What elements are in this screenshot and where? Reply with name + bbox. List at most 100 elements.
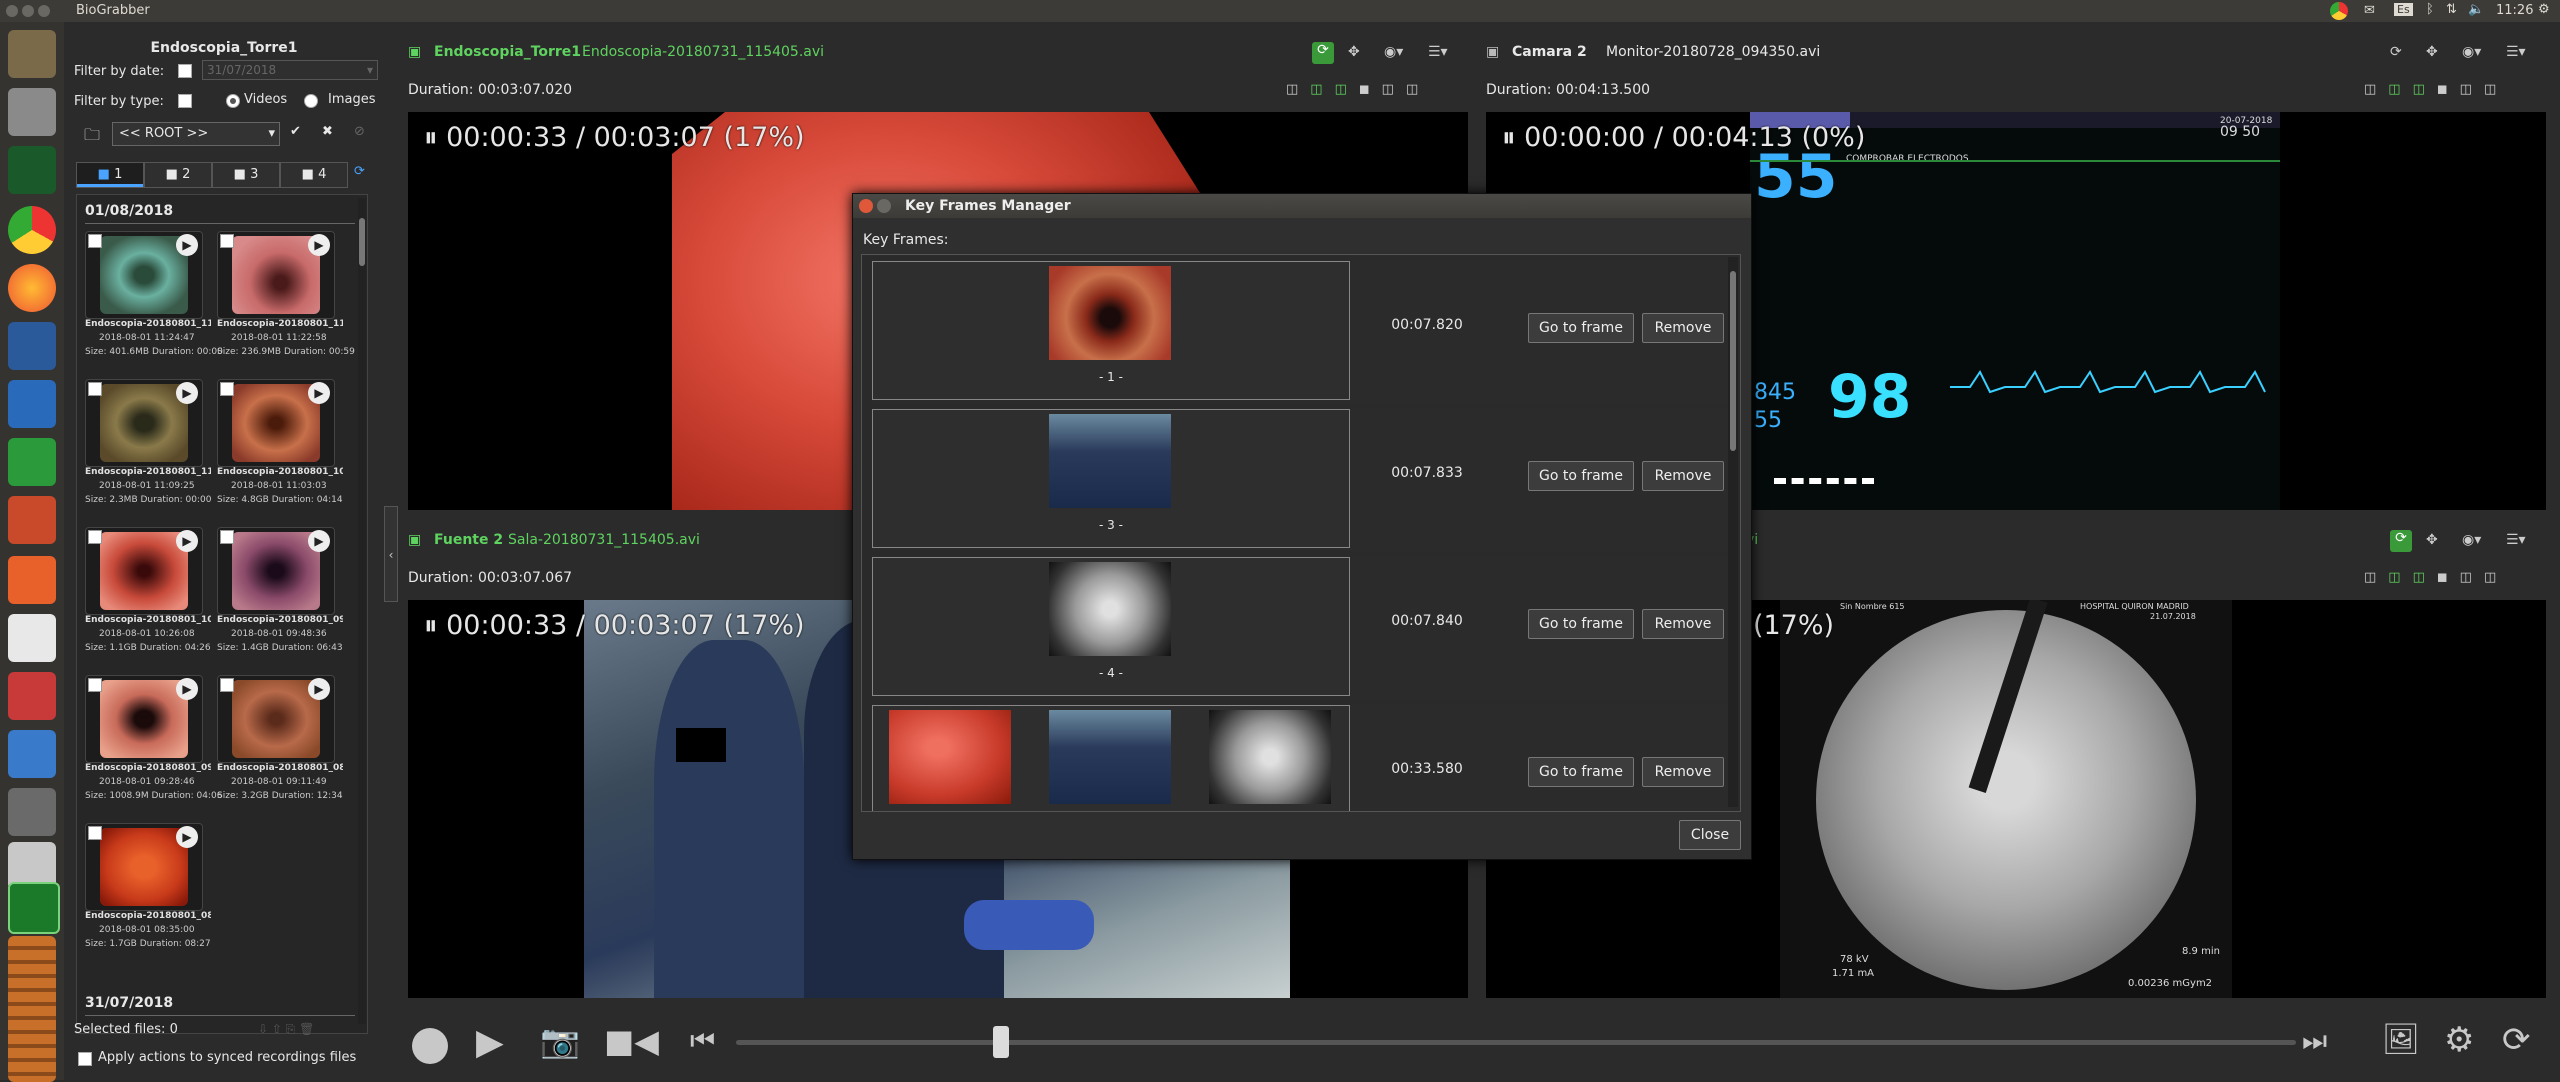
video-thumbnail[interactable]: ▶ [217,379,335,467]
software-center-icon[interactable] [8,556,56,604]
network-icon[interactable]: ⇅ [2446,2,2457,17]
video-thumbnail[interactable]: ▶ [85,231,203,319]
seek-handle[interactable] [993,1026,1010,1058]
video-thumbnail[interactable]: ▶ [85,823,203,911]
panel-1-menu-icon[interactable]: ☰▾ [1428,44,1448,60]
video-thumbnail[interactable]: ▶ [85,675,203,763]
play-icon[interactable]: ▶ [176,678,198,700]
go-to-frame-button[interactable]: Go to frame [1528,609,1634,639]
firefox-icon[interactable] [8,264,56,312]
window-maximize-icon[interactable] [38,5,50,17]
panel-1-sync-icon[interactable]: ⟳ [1312,42,1334,64]
play-button[interactable]: ▶ [476,1022,504,1063]
key-frame-preview[interactable]: - 4 - [872,557,1350,696]
apply-synced-checkbox[interactable] [78,1052,92,1066]
amazon-icon[interactable] [8,614,56,662]
next-button[interactable]: ⏭ [2302,1024,2327,1058]
play-icon[interactable]: ▶ [308,382,330,404]
file-list-scrollbar[interactable] [358,198,366,1024]
close-button[interactable]: Close [1679,820,1741,850]
panel-4-sync-icon[interactable]: ⟳ [2390,530,2412,552]
ubuntu-home-icon[interactable] [8,30,56,78]
filter-type-checkbox[interactable] [178,94,192,108]
file-checkbox[interactable] [88,678,102,692]
tab-camera-3[interactable]: ■ 3 [212,162,280,188]
video-thumbnail[interactable]: ▶ [217,527,335,615]
keyboard-layout[interactable]: Es [2394,3,2413,16]
key-frame-preview[interactable]: - 1 - [872,261,1350,400]
file-checkbox[interactable] [220,530,234,544]
settings-icon[interactable]: ⚙ [2444,1020,2474,1060]
sidebar-collapse-handle[interactable]: ‹ [384,506,398,602]
dialog-minimize-icon[interactable] [877,199,891,213]
chrome-tray-icon[interactable] [2330,2,2348,20]
remove-button[interactable]: Remove [1642,313,1724,343]
window-close-icon[interactable] [6,5,18,17]
play-icon[interactable]: ▶ [308,234,330,256]
video-thumbnail[interactable]: ▶ [85,527,203,615]
filter-date-input[interactable]: 31/07/2018 ▾ [202,60,378,80]
panel-4-tools[interactable]: ◫◫◫◼◫◫ [2364,570,2544,588]
filter-date-checkbox[interactable] [178,64,192,78]
remove-folder-icon[interactable]: ✖ [322,124,333,139]
biograbber-icon[interactable] [8,882,60,934]
gallery-icon[interactable]: 🖼 [2382,1022,2420,1057]
panel-2-user-icon[interactable]: ◉▾ [2462,44,2481,60]
play-icon[interactable]: ▶ [308,530,330,552]
panel-4-menu-icon[interactable]: ☰▾ [2506,532,2526,548]
key-frame-preview[interactable] [872,705,1350,811]
medical-icon[interactable] [8,730,56,778]
play-icon[interactable]: ▶ [176,234,198,256]
play-icon[interactable]: ▶ [176,530,198,552]
panel-1-move-icon[interactable]: ✥ [1348,44,1360,60]
images-radio[interactable] [304,94,318,108]
panel-4-user-icon[interactable]: ◉▾ [2462,532,2481,548]
folder-icon[interactable]: 🗀 [84,124,100,151]
tab-camera-2[interactable]: ■ 2 [144,162,212,188]
key-frames-scrollbar[interactable] [1728,257,1738,807]
video-player-icon[interactable] [8,146,56,194]
panel-4-move-icon[interactable]: ✥ [2426,532,2438,548]
panel-2-menu-icon[interactable]: ☰▾ [2506,44,2526,60]
record-button[interactable] [412,1028,448,1064]
key-frame-preview[interactable]: - 3 - [872,409,1350,548]
tab-camera-4[interactable]: ■ 4 [280,162,348,188]
stacked-apps-icon[interactable] [8,936,56,1082]
file-checkbox[interactable] [220,234,234,248]
panel-2-move-icon[interactable]: ✥ [2426,44,2438,60]
play-icon[interactable]: ▶ [176,826,198,848]
impress-icon[interactable] [8,496,56,544]
file-checkbox[interactable] [88,826,102,840]
play-icon[interactable]: ▶ [176,382,198,404]
archive-icon[interactable] [8,788,56,836]
file-checkbox[interactable] [88,234,102,248]
settings-gear-icon[interactable]: ⚙ [2538,2,2550,17]
play-icon[interactable]: ▶ [308,678,330,700]
writer-icon[interactable] [8,380,56,428]
confirm-folder-icon[interactable]: ✔ [290,124,301,139]
video-thumbnail[interactable]: ▶ [217,231,335,319]
file-checkbox[interactable] [220,678,234,692]
tab-camera-1[interactable]: ■ 1 [76,162,144,188]
file-checkbox[interactable] [220,382,234,396]
remove-button[interactable]: Remove [1642,609,1724,639]
snapshot-button[interactable]: 📷 [540,1022,580,1060]
file-checkbox[interactable] [88,530,102,544]
files-icon[interactable] [8,88,56,136]
volume-icon[interactable]: 🔈 [2468,2,2484,17]
folder-select[interactable]: << ROOT >> ▾ [112,122,280,146]
video-thumbnail[interactable]: ▶ [217,675,335,763]
sync-all-icon[interactable]: ⟳ [2502,1020,2531,1060]
panel-2-sync-icon[interactable]: ⟳ [2390,44,2402,60]
panel-1-tools[interactable]: ◫◫◫◼◫◫ [1286,82,1466,100]
calc-icon[interactable] [8,438,56,486]
videos-radio[interactable] [226,94,240,108]
refresh-icon[interactable]: ⟳ [354,164,365,179]
settings-app-icon[interactable] [8,322,56,370]
file-checkbox[interactable] [88,382,102,396]
tools-icon[interactable] [8,672,56,720]
dialog-close-icon[interactable] [859,199,873,213]
panel-2-tools[interactable]: ◫◫◫◼◫◫ [2364,82,2544,100]
remove-button[interactable]: Remove [1642,757,1724,787]
go-to-frame-button[interactable]: Go to frame [1528,757,1634,787]
